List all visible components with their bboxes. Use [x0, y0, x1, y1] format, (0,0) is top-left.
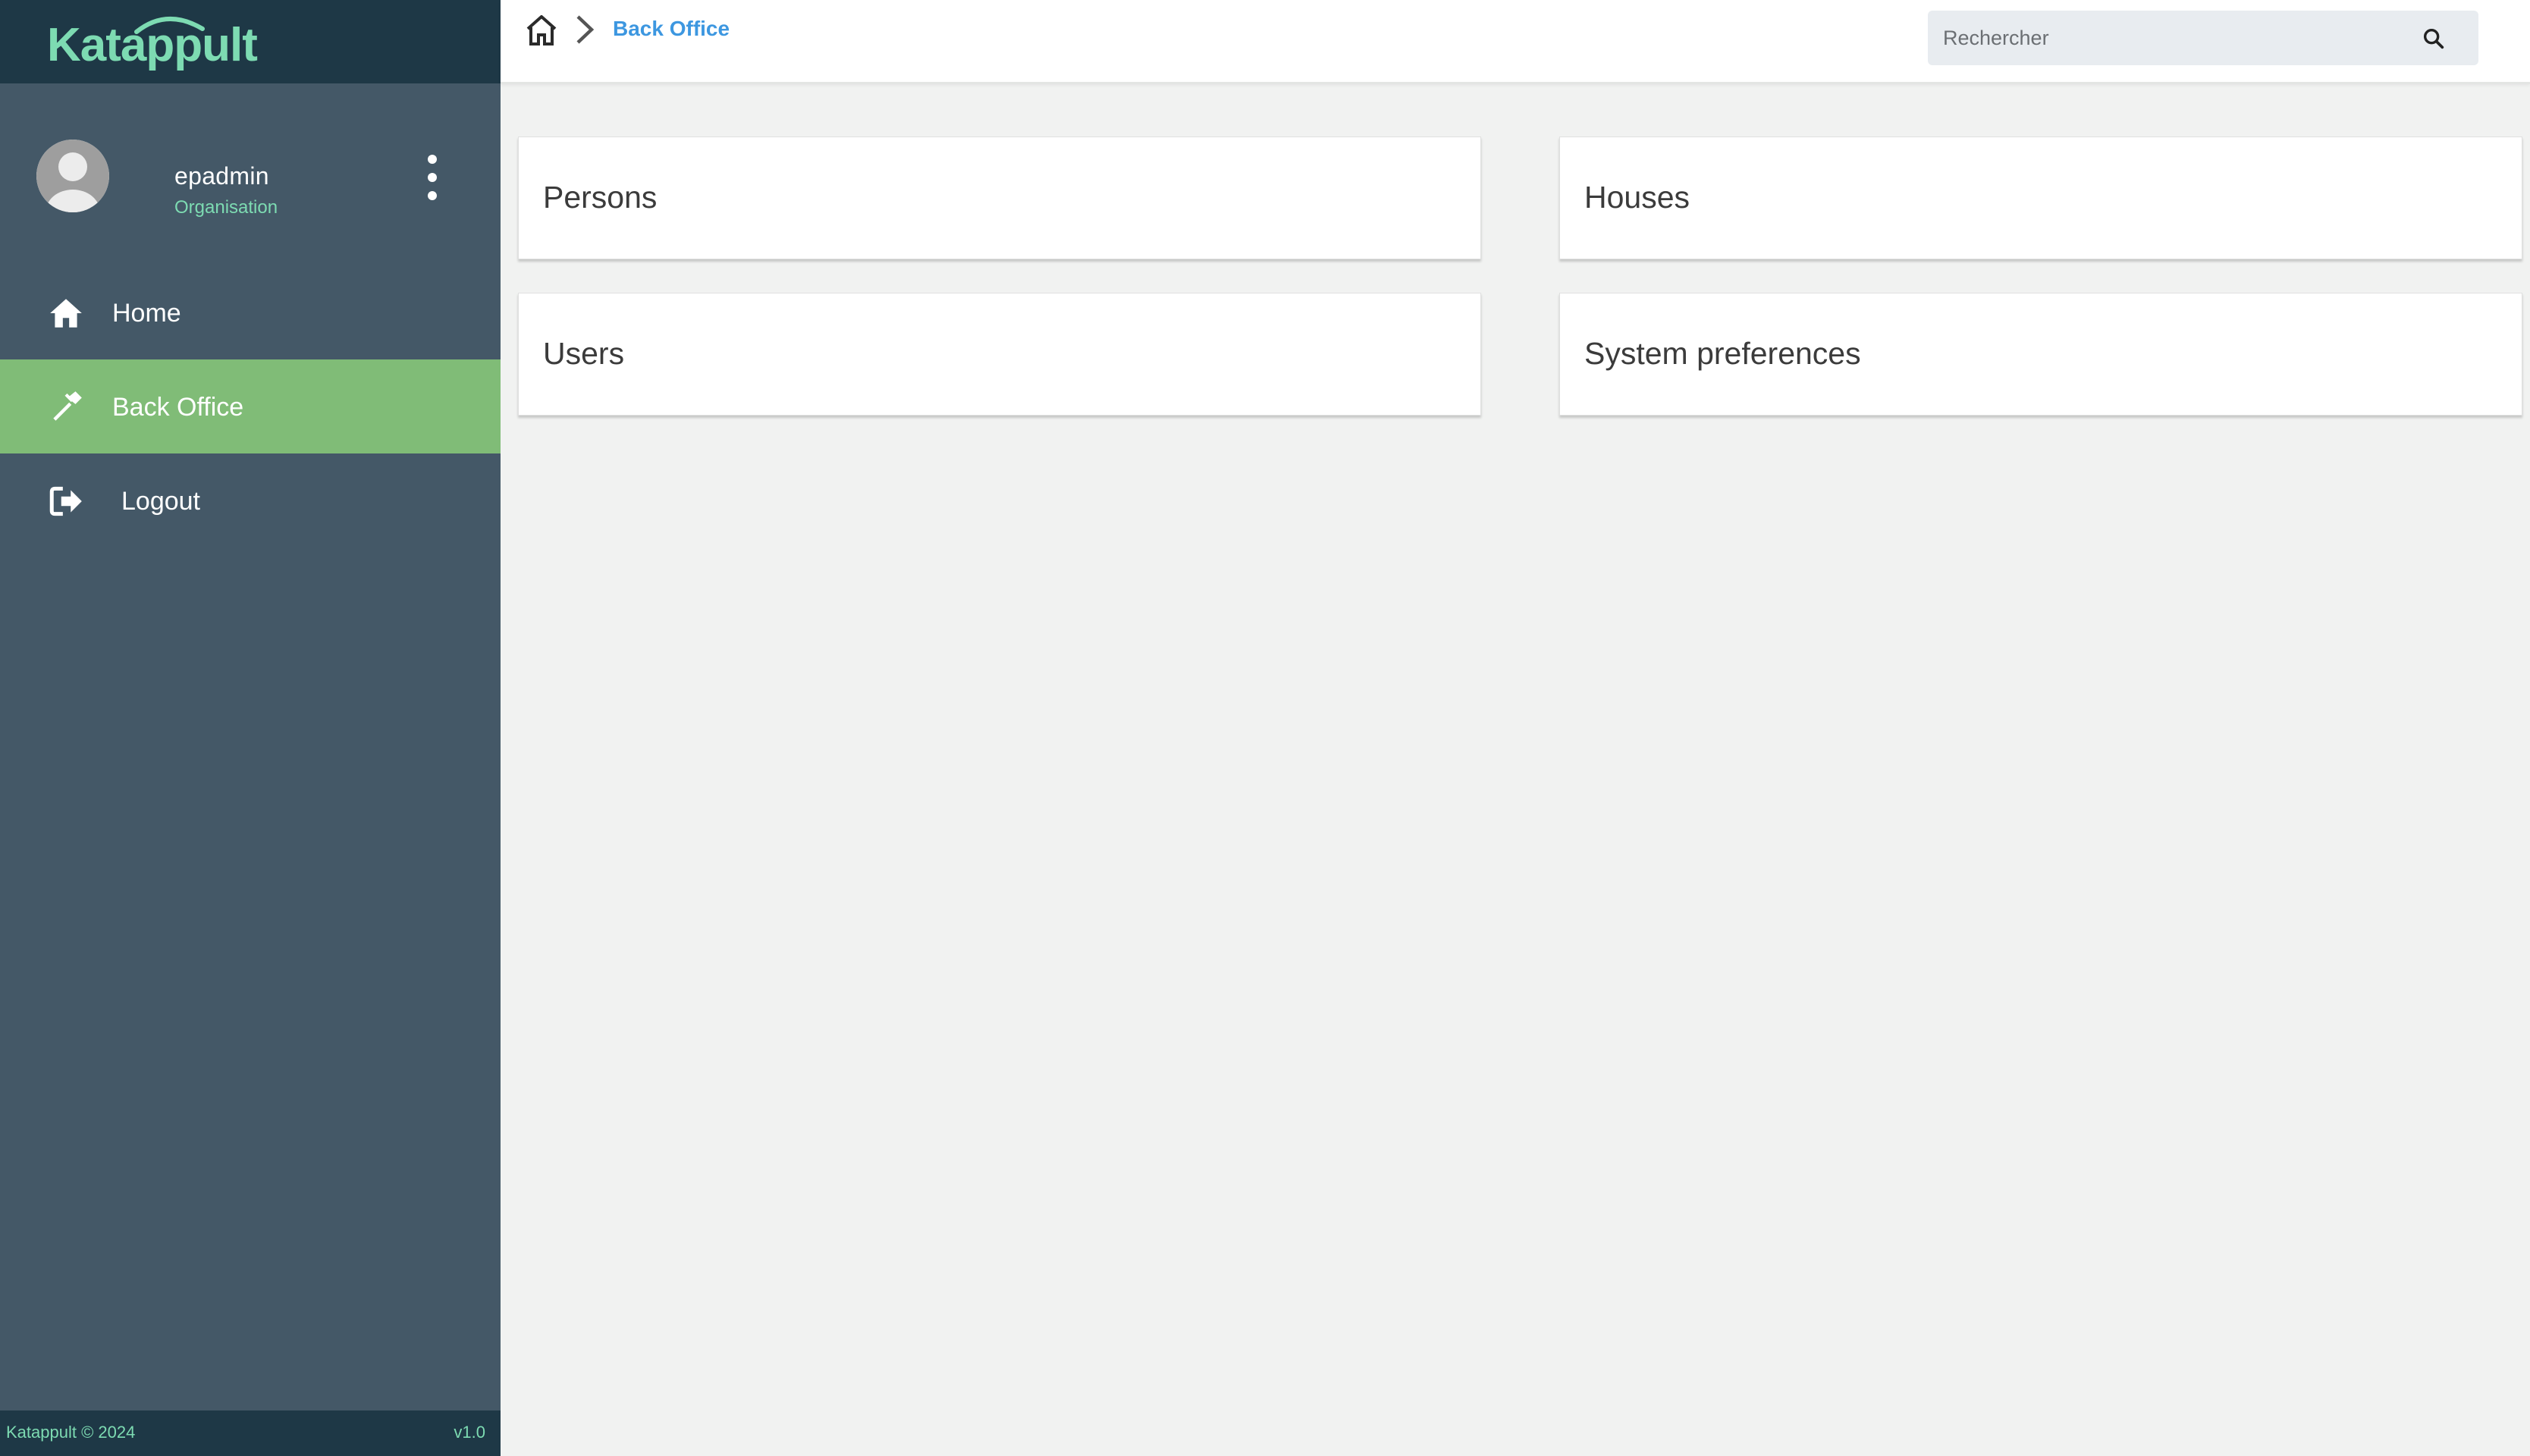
sidebar-footer: Katappult © 2024 v1.0: [0, 1410, 501, 1456]
card-title: Users: [543, 336, 625, 371]
chevron-right-icon: [576, 15, 595, 44]
version-label: v1.0: [454, 1423, 485, 1442]
card-title: Persons: [543, 180, 658, 215]
breadcrumb-current[interactable]: Back Office: [613, 17, 730, 41]
search-input[interactable]: [1928, 11, 2413, 65]
breadcrumb-home-icon[interactable]: [523, 12, 560, 49]
user-profile: epadmin Organisation: [0, 129, 501, 235]
search-icon[interactable]: [2421, 26, 2447, 52]
card-users[interactable]: Users: [518, 293, 1481, 416]
hammer-icon: [53, 391, 82, 421]
card-title: System preferences: [1584, 336, 1861, 371]
katappult-logo[interactable]: Katappult: [47, 9, 275, 77]
sidebar-item-logout[interactable]: Logout: [0, 453, 501, 548]
card-title: Houses: [1584, 180, 1690, 215]
avatar[interactable]: [36, 140, 109, 212]
card-houses[interactable]: Houses: [1559, 136, 2522, 259]
sidebar: Katappult epadmin Organisation Home Back…: [0, 0, 501, 1456]
username: epadmin: [174, 162, 269, 190]
logo-bar: Katappult: [0, 0, 501, 83]
home-icon: [50, 299, 82, 328]
top-bar: Back Office: [501, 0, 2530, 84]
card-persons[interactable]: Persons: [518, 136, 1481, 259]
user-avatar-icon: [36, 140, 109, 212]
card-system-preferences[interactable]: System preferences: [1559, 293, 2522, 416]
copyright-text: Katappult © 2024: [6, 1423, 136, 1442]
sidebar-item-label: Logout: [121, 487, 200, 516]
sidebar-item-label: Back Office: [112, 393, 244, 422]
sidebar-item-label: Home: [112, 299, 181, 328]
sidebar-item-home[interactable]: Home: [0, 265, 501, 359]
svg-text:Katappult: Katappult: [47, 19, 257, 71]
organisation-label: Organisation: [174, 197, 278, 218]
logout-icon: [49, 486, 82, 516]
sidebar-item-back-office[interactable]: Back Office: [0, 359, 501, 453]
more-options-icon[interactable]: [416, 153, 449, 202]
search-box: [1928, 11, 2478, 65]
